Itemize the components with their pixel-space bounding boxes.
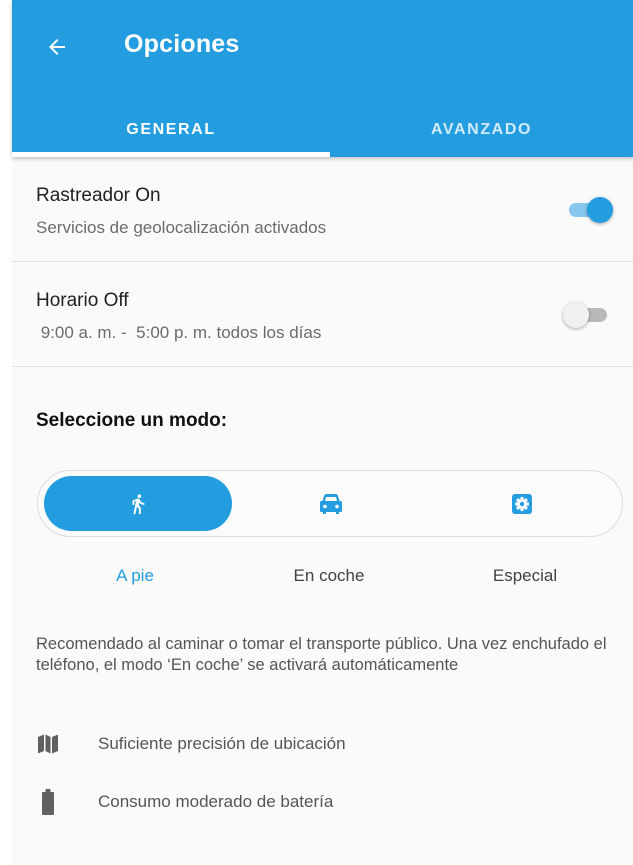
walking-person-icon [132, 493, 145, 514]
mode-selector [37, 470, 623, 537]
mode-car-button[interactable] [236, 471, 426, 536]
setting-subtitle: Servicios de geolocalización activados [36, 218, 327, 237]
page-title: Opciones [124, 30, 240, 58]
setting-title: Rastreador On [36, 185, 161, 206]
setting-row-tracker[interactable]: Rastreador On Servicios de geolocalizaci… [12, 157, 633, 262]
map-icon [36, 731, 60, 757]
feature-text: Consumo moderado de batería [98, 792, 334, 811]
setting-subtitle: 9:00 a. m. - 5:00 p. m. todos los días [36, 323, 322, 342]
mode-heading: Seleccione un modo: [36, 410, 228, 431]
mode-label-special[interactable]: Especial [430, 566, 620, 586]
arrow-left-icon [49, 39, 65, 55]
screen-edge [0, 0, 12, 865]
schedule-toggle[interactable] [563, 300, 613, 330]
mode-special-button[interactable] [427, 471, 617, 536]
toggle-thumb [563, 302, 589, 328]
mode-label-walking[interactable]: A pie [40, 566, 230, 586]
mode-walking-button[interactable] [43, 471, 233, 536]
battery-icon [36, 789, 60, 815]
setting-title: Horario Off [36, 290, 129, 311]
setting-row-schedule[interactable]: Horario Off 9:00 a. m. - 5:00 p. m. todo… [12, 262, 633, 367]
app-bar: Opciones GENERAL AVANZADO [12, 0, 633, 157]
feature-text: Suficiente precisión de ubicación [98, 734, 346, 753]
tab-avanzado[interactable]: AVANZADO [330, 102, 633, 157]
mode-description: Recomendado al caminar o tomar el transp… [36, 635, 607, 674]
options-screen: Opciones GENERAL AVANZADO Rastreador On … [0, 0, 633, 865]
mode-label-car[interactable]: En coche [234, 566, 424, 586]
feature-item-battery: Consumo moderado de batería [36, 787, 616, 817]
tracker-toggle[interactable] [563, 195, 613, 225]
settings-gear-icon [512, 493, 532, 514]
back-button[interactable] [38, 28, 76, 66]
feature-item-accuracy: Suficiente precisión de ubicación [36, 729, 616, 759]
car-icon [320, 493, 342, 514]
toggle-thumb [587, 197, 613, 223]
tab-general[interactable]: GENERAL [12, 102, 330, 157]
